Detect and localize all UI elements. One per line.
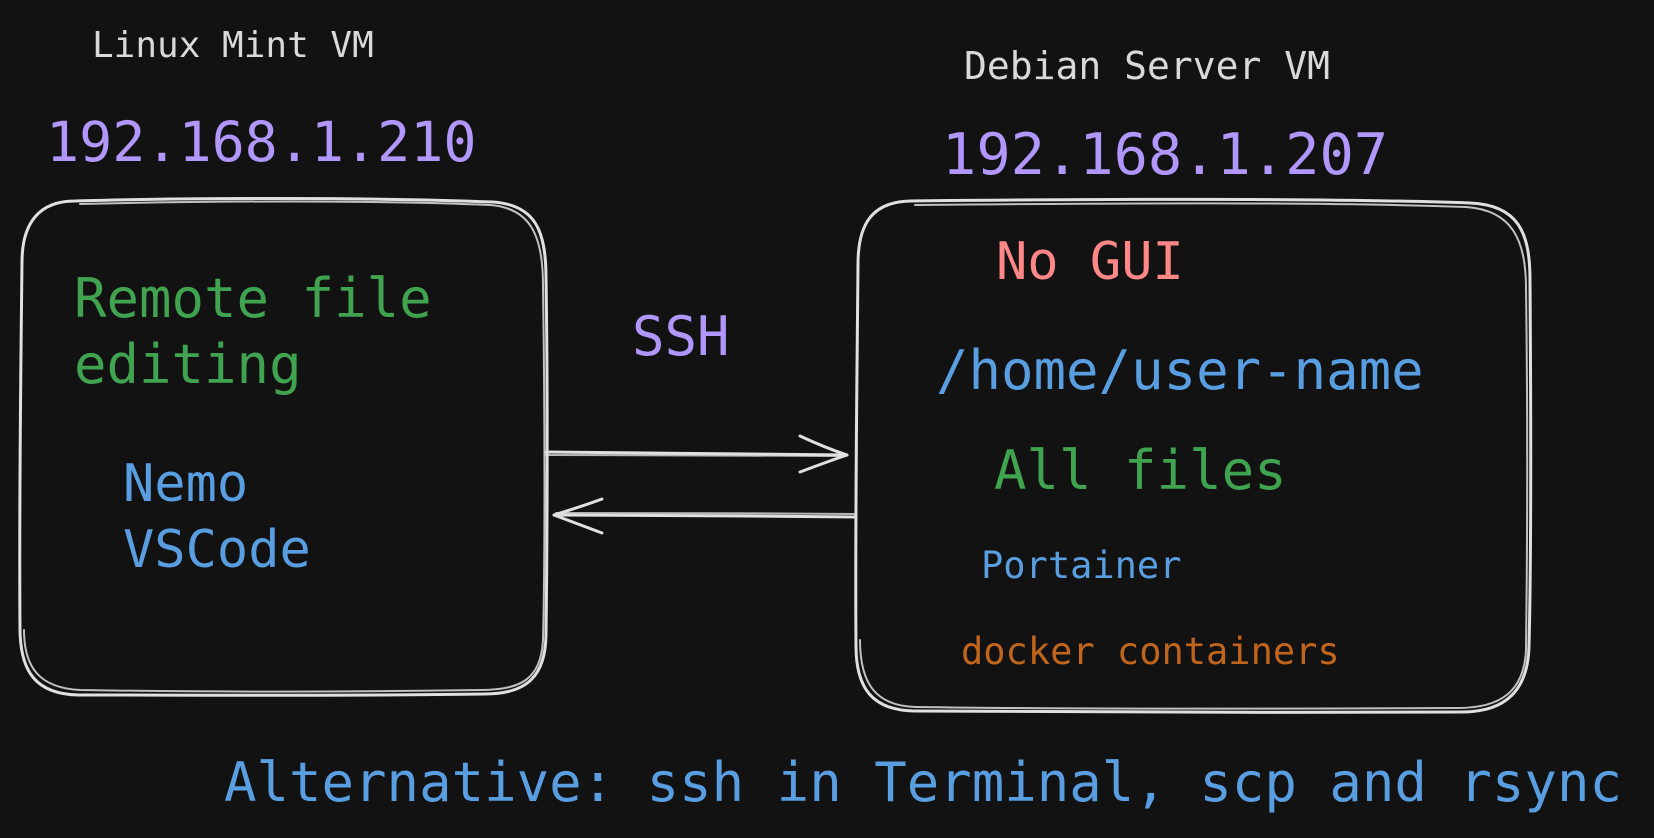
arrow-to-client (552, 497, 858, 535)
ssh-label: SSH (632, 305, 730, 368)
arrow-to-server (544, 434, 849, 474)
remote-file-editing-line2: editing (74, 333, 302, 396)
all-files-label: All files (994, 439, 1287, 502)
alternative-note: Alternative: ssh in Terminal, scp and rs… (224, 751, 1622, 814)
remote-file-editing-line1: Remote file (74, 267, 432, 330)
debian-server-vm-title: Debian Server VM (964, 44, 1331, 88)
linux-mint-ip-address: 192.168.1.210 (46, 110, 477, 174)
home-path-label: /home/user-name (936, 339, 1424, 402)
app-nemo: Nemo (123, 454, 249, 514)
docker-containers-label: docker containers (961, 630, 1340, 673)
app-vscode: VSCode (123, 520, 311, 580)
debian-server-ip-address: 192.168.1.207 (942, 122, 1389, 188)
linux-mint-vm-title: Linux Mint VM (92, 25, 374, 66)
no-gui-label: No GUI (996, 232, 1184, 292)
portainer-label: Portainer (981, 544, 1182, 587)
